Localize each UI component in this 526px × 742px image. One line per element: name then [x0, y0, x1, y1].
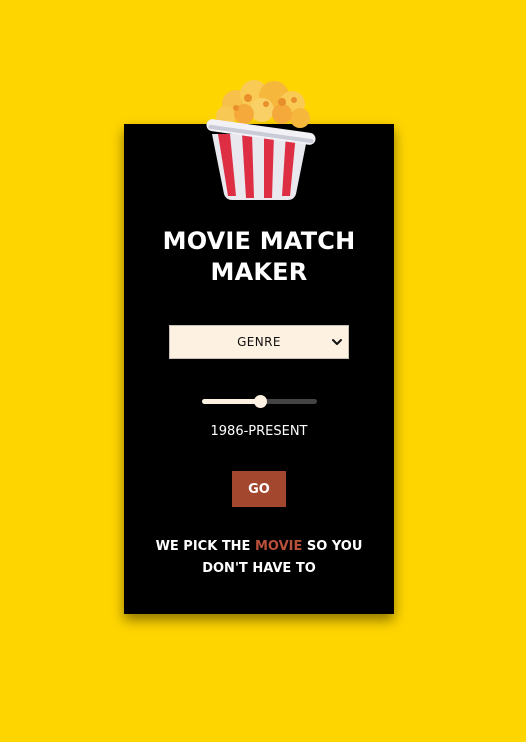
- page-title: MOVIE MATCH MAKER: [124, 226, 394, 288]
- title-line-2: MAKER: [210, 258, 308, 286]
- go-button[interactable]: GO: [232, 471, 286, 507]
- slider-thumb[interactable]: [254, 395, 267, 408]
- slider-fill: [202, 399, 260, 404]
- year-range-label: 1986-PRESENT: [210, 424, 308, 439]
- chevron-down-icon: [332, 339, 342, 345]
- tagline-highlight: MOVIE: [254, 539, 303, 554]
- tagline: WE PICK THE MOVIE SO YOU DON'T HAVE TO: [124, 536, 394, 580]
- title-line-1: MOVIE MATCH: [162, 227, 356, 255]
- tagline-part-1: WE PICK THE: [155, 539, 255, 554]
- genre-select-value: GENRE: [237, 335, 281, 349]
- tagline-part-2: SO YOU: [302, 539, 363, 554]
- tagline-line-1: WE PICK THE MOVIE SO YOU: [124, 536, 394, 558]
- genre-select[interactable]: GENRE: [169, 325, 349, 359]
- year-range-slider[interactable]: [202, 394, 317, 408]
- popcorn-icon: [206, 80, 316, 200]
- tagline-line-2: DON'T HAVE TO: [202, 561, 316, 576]
